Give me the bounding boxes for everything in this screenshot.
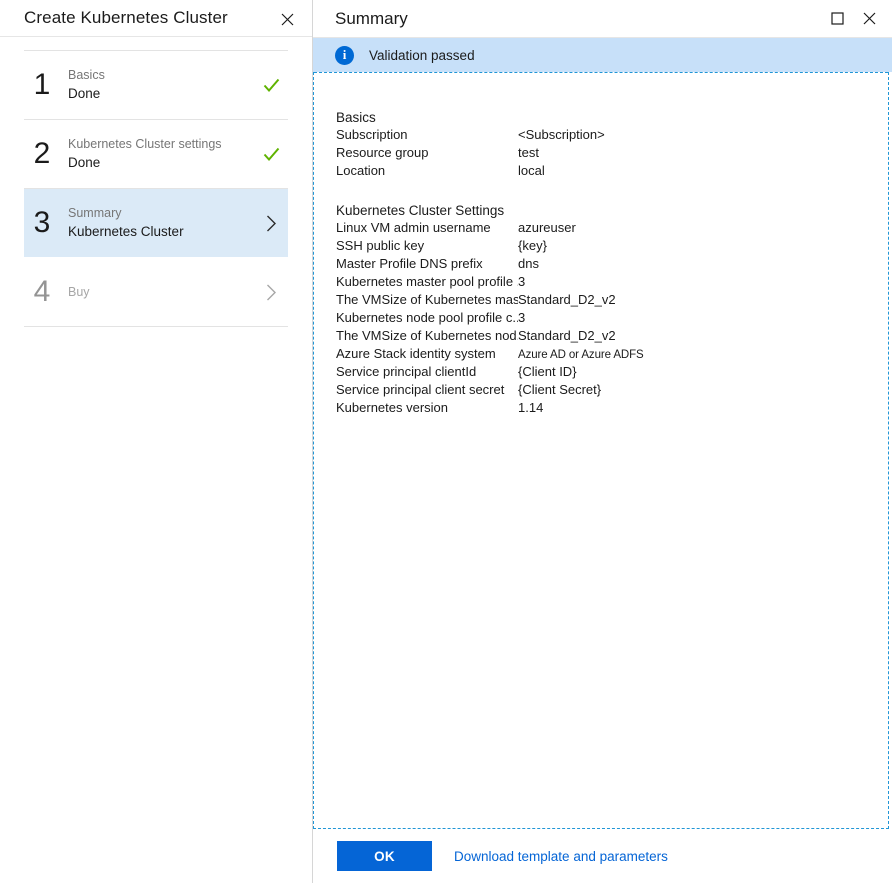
step-number: 1 (24, 70, 68, 100)
section-title: Basics (336, 110, 888, 125)
row-label: SSH public key (336, 238, 518, 253)
info-icon: i (335, 46, 354, 65)
summary-row: Service principal clientId {Client ID} (336, 364, 888, 382)
step-number: 4 (24, 277, 68, 307)
summary-body: Basics Subscription <Subscription> Resou… (314, 72, 888, 418)
summary-row: Linux VM admin username azureuser (336, 220, 888, 238)
row-value: 3 (518, 274, 525, 289)
row-value: local (518, 163, 545, 178)
row-value: <Subscription> (518, 127, 605, 142)
summary-row: Subscription <Subscription> (336, 127, 888, 145)
step-text: Buy (68, 283, 254, 301)
row-value: {Client ID} (518, 364, 577, 379)
summary-row: Kubernetes node pool profile c... 3 (336, 310, 888, 328)
step-status (254, 78, 288, 93)
check-icon (263, 147, 280, 162)
wizard-step-cluster-settings[interactable]: 2 Kubernetes Cluster settings Done (24, 120, 288, 188)
step-sublabel: Done (68, 84, 254, 104)
row-value: dns (518, 256, 539, 271)
close-icon[interactable] (272, 4, 302, 34)
summary-row: The VMSize of Kubernetes nod... Standard… (336, 328, 888, 346)
row-label: Kubernetes version (336, 400, 518, 415)
summary-footer: OK Download template and parameters (313, 829, 892, 883)
summary-row: Resource group test (336, 145, 888, 163)
row-label: The VMSize of Kubernetes mas... (336, 292, 518, 307)
step-wrap-1: 1 Basics Done (0, 51, 312, 119)
summary-header: Summary (313, 0, 892, 38)
step-wrap-3: 3 Summary Kubernetes Cluster (0, 189, 312, 257)
wizard-step-basics[interactable]: 1 Basics Done (24, 51, 288, 119)
wizard-step-buy[interactable]: 4 Buy (24, 258, 288, 326)
step-text: Kubernetes Cluster settings Done (68, 135, 254, 173)
step-wrap-4: 4 Buy (0, 258, 312, 326)
step-text: Summary Kubernetes Cluster (68, 204, 254, 242)
row-value: Standard_D2_v2 (518, 328, 616, 343)
maximize-icon[interactable] (822, 4, 852, 34)
row-value: Azure AD or Azure ADFS (518, 349, 644, 361)
chevron-right-icon (266, 284, 277, 301)
blade-header: Create Kubernetes Cluster (0, 0, 312, 37)
summary-section-cluster-settings: Kubernetes Cluster Settings Linux VM adm… (336, 203, 888, 418)
download-template-link[interactable]: Download template and parameters (454, 849, 668, 864)
chevron-right-icon (266, 215, 277, 232)
row-value: azureuser (518, 220, 576, 235)
row-label: Master Profile DNS prefix (336, 256, 518, 271)
step-text: Basics Done (68, 66, 254, 104)
row-value: Standard_D2_v2 (518, 292, 616, 307)
wizard-step-summary[interactable]: 3 Summary Kubernetes Cluster (24, 189, 288, 257)
row-label: Linux VM admin username (336, 220, 518, 235)
row-value: 3 (518, 310, 525, 325)
row-label: The VMSize of Kubernetes nod... (336, 328, 518, 343)
row-label: Kubernetes node pool profile c... (336, 310, 518, 325)
step-number: 3 (24, 208, 68, 238)
step-wrap-2: 2 Kubernetes Cluster settings Done (0, 120, 312, 188)
row-label: Service principal clientId (336, 364, 518, 379)
summary-row: The VMSize of Kubernetes mas... Standard… (336, 292, 888, 310)
summary-content-area: Basics Subscription <Subscription> Resou… (313, 72, 889, 829)
step-sublabel: Done (68, 153, 254, 173)
step-label: Buy (68, 283, 254, 301)
row-label: Kubernetes master pool profile ... (336, 274, 518, 289)
summary-row: Service principal client secret {Client … (336, 382, 888, 400)
row-label: Resource group (336, 145, 518, 160)
step-status (254, 284, 288, 301)
summary-title: Summary (313, 9, 408, 29)
row-value: 1.14 (518, 400, 543, 415)
azure-create-cluster-wizard: Create Kubernetes Cluster 1 Basics Done (0, 0, 892, 883)
step-divider-4 (24, 326, 288, 327)
step-label: Kubernetes Cluster settings (68, 135, 254, 153)
ok-button[interactable]: OK (337, 841, 432, 871)
create-cluster-blade: Create Kubernetes Cluster 1 Basics Done (0, 0, 313, 883)
summary-row: Location local (336, 163, 888, 181)
step-label: Summary (68, 204, 254, 222)
page-title: Create Kubernetes Cluster (0, 8, 228, 28)
summary-row: Kubernetes master pool profile ... 3 (336, 274, 888, 292)
row-label: Service principal client secret (336, 382, 518, 397)
row-value: {Client Secret} (518, 382, 601, 397)
row-value: {key} (518, 238, 547, 253)
summary-section-basics: Basics Subscription <Subscription> Resou… (336, 110, 888, 181)
summary-row: Azure Stack identity system Azure AD or … (336, 346, 888, 364)
window-controls (822, 0, 884, 37)
validation-banner: i Validation passed (313, 38, 892, 72)
section-title: Kubernetes Cluster Settings (336, 203, 888, 218)
step-sublabel: Kubernetes Cluster (68, 222, 254, 242)
row-label: Azure Stack identity system (336, 346, 518, 361)
step-status (254, 147, 288, 162)
close-icon[interactable] (854, 4, 884, 34)
summary-row: Master Profile DNS prefix dns (336, 256, 888, 274)
step-number: 2 (24, 139, 68, 169)
row-label: Location (336, 163, 518, 178)
wizard-steps: 1 Basics Done 2 (0, 37, 312, 327)
validation-message: Validation passed (369, 48, 475, 63)
summary-blade: Summary i Validation passed (313, 0, 892, 883)
check-icon (263, 78, 280, 93)
row-label: Subscription (336, 127, 518, 142)
summary-row: SSH public key {key} (336, 238, 888, 256)
summary-row: Kubernetes version 1.14 (336, 400, 888, 418)
step-status (254, 215, 288, 232)
dashed-top-border (314, 72, 888, 73)
step-label: Basics (68, 66, 254, 84)
row-value: test (518, 145, 539, 160)
